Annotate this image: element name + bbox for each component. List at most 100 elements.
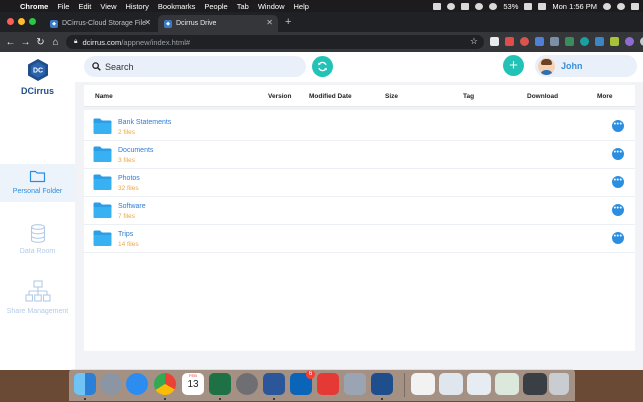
column-header-more[interactable]: More bbox=[597, 93, 613, 100]
siri-icon[interactable] bbox=[617, 2, 625, 10]
extension-icon[interactable] bbox=[505, 37, 514, 46]
menubar-clock[interactable]: Mon 1:56 PM bbox=[552, 2, 597, 11]
bookmarks-app-icon[interactable] bbox=[317, 373, 339, 395]
extension-icon[interactable] bbox=[535, 37, 544, 46]
extension-icon[interactable] bbox=[610, 37, 619, 46]
extension-icon[interactable] bbox=[565, 37, 574, 46]
excel-icon[interactable] bbox=[209, 373, 231, 395]
tab-close-icon[interactable]: ✕ bbox=[266, 18, 273, 27]
more-options-button[interactable]: ••• bbox=[612, 232, 624, 244]
browser-tab-storage[interactable]: ◆ DCirrus-Cloud Storage File ✕ bbox=[44, 15, 156, 32]
sidebar-item-personal-folder[interactable]: Personal Folder bbox=[0, 164, 75, 202]
menu-people[interactable]: People bbox=[204, 2, 227, 11]
reload-icon[interactable]: ↻ bbox=[33, 37, 48, 48]
extension-icon[interactable] bbox=[490, 37, 499, 46]
extension-icon[interactable] bbox=[520, 37, 529, 46]
finder-icon[interactable] bbox=[74, 373, 96, 395]
dcirrus-app-icon[interactable] bbox=[371, 373, 393, 395]
battery-icon[interactable] bbox=[524, 2, 533, 10]
folder-name[interactable]: Trips bbox=[118, 231, 133, 238]
column-header-modified-date[interactable]: Modified Date bbox=[309, 93, 352, 100]
recent-document-icon[interactable] bbox=[495, 373, 519, 395]
more-options-button[interactable]: ••• bbox=[612, 204, 624, 216]
back-arrow-icon[interactable]: ← bbox=[3, 37, 18, 48]
launchpad-icon[interactable] bbox=[100, 373, 122, 395]
menu-bookmarks[interactable]: Bookmarks bbox=[158, 2, 196, 11]
column-header-version[interactable]: Version bbox=[268, 93, 291, 100]
extension-icon[interactable] bbox=[595, 37, 604, 46]
chrome-icon[interactable] bbox=[154, 373, 176, 395]
search-box[interactable]: Search bbox=[84, 56, 306, 77]
extension-icon[interactable] bbox=[625, 37, 634, 46]
word-icon[interactable] bbox=[263, 373, 285, 395]
window-minimize-button[interactable] bbox=[18, 18, 25, 25]
recent-document-icon[interactable] bbox=[523, 373, 547, 395]
user-menu[interactable]: John bbox=[535, 55, 637, 77]
menu-edit[interactable]: Edit bbox=[78, 2, 91, 11]
column-header-download[interactable]: Download bbox=[527, 93, 558, 100]
dcirrus-logo-icon[interactable]: DC bbox=[27, 58, 49, 82]
table-row[interactable]: Trips 14 files ••• bbox=[84, 226, 635, 253]
add-button[interactable]: + bbox=[503, 55, 524, 76]
tab-title: DCirrus-Cloud Storage File bbox=[62, 20, 147, 27]
folder-name[interactable]: Bank Statements bbox=[118, 119, 171, 126]
record-status-icon[interactable] bbox=[447, 2, 456, 10]
system-preferences-icon[interactable] bbox=[236, 373, 258, 395]
new-tab-icon[interactable]: + bbox=[285, 16, 291, 28]
sidebar-item-share-management[interactable]: Share Management bbox=[0, 280, 75, 326]
folder-name[interactable]: Software bbox=[118, 203, 146, 210]
recent-document-icon[interactable] bbox=[467, 373, 491, 395]
trash-icon[interactable] bbox=[549, 373, 569, 395]
extension-icon[interactable] bbox=[550, 37, 559, 46]
wifi-icon[interactable] bbox=[475, 2, 484, 10]
column-header-tag[interactable]: Tag bbox=[463, 93, 474, 100]
running-indicator bbox=[381, 398, 383, 400]
table-row[interactable]: Bank Statements 2 files ••• bbox=[84, 114, 635, 141]
recent-document-icon[interactable] bbox=[411, 373, 435, 395]
forward-arrow-icon[interactable]: → bbox=[18, 37, 33, 48]
home-icon[interactable]: ⌂ bbox=[48, 37, 63, 48]
calendar-icon[interactable]: FEB 13 bbox=[182, 373, 204, 395]
airplay-icon[interactable] bbox=[461, 2, 470, 10]
more-options-button[interactable]: ••• bbox=[612, 176, 624, 188]
address-bar[interactable]: 🔒︎ dcirrus.com/appnew/index.html# ☆ bbox=[66, 35, 484, 49]
notification-center-icon[interactable] bbox=[631, 2, 639, 10]
menu-chrome[interactable]: Chrome bbox=[20, 2, 48, 11]
more-options-button[interactable]: ••• bbox=[612, 148, 624, 160]
extension-icon[interactable] bbox=[580, 37, 589, 46]
folder-name[interactable]: Documents bbox=[118, 147, 153, 154]
column-header-name[interactable]: Name bbox=[95, 93, 113, 100]
menu-window[interactable]: Window bbox=[258, 2, 285, 11]
extension-icons bbox=[490, 37, 643, 46]
more-options-button[interactable]: ••• bbox=[612, 120, 624, 132]
file-count: 32 files bbox=[118, 185, 139, 192]
search-placeholder: Search bbox=[105, 61, 134, 72]
volume-icon[interactable] bbox=[489, 2, 498, 10]
column-header-size[interactable]: Size bbox=[385, 93, 398, 100]
dcirrus-status-icon[interactable] bbox=[433, 2, 442, 10]
sidebar-item-data-room[interactable]: Data Room bbox=[0, 224, 75, 260]
preview-icon[interactable] bbox=[344, 373, 366, 395]
menu-help[interactable]: Help bbox=[294, 2, 309, 11]
folder-name[interactable]: Photos bbox=[118, 175, 140, 182]
window-zoom-button[interactable] bbox=[29, 18, 36, 25]
menu-view[interactable]: View bbox=[100, 2, 116, 11]
safari-icon[interactable] bbox=[126, 373, 148, 395]
input-source-icon[interactable] bbox=[538, 2, 547, 10]
battery-percent[interactable]: 53% bbox=[503, 2, 518, 11]
menu-file[interactable]: File bbox=[57, 2, 69, 11]
table-row[interactable]: Photos 32 files ••• bbox=[84, 170, 635, 197]
running-indicator bbox=[84, 398, 86, 400]
bookmark-star-icon[interactable]: ☆ bbox=[470, 36, 478, 47]
window-close-button[interactable] bbox=[7, 18, 14, 25]
refresh-button[interactable] bbox=[312, 56, 333, 77]
tab-close-icon[interactable]: ✕ bbox=[144, 18, 151, 27]
outlook-icon[interactable]: 6 bbox=[290, 370, 315, 395]
table-row[interactable]: Documents 3 files ••• bbox=[84, 142, 635, 169]
table-row[interactable]: Software 7 files ••• bbox=[84, 198, 635, 225]
spotlight-search-icon[interactable] bbox=[603, 2, 611, 10]
recent-document-icon[interactable] bbox=[439, 373, 463, 395]
menu-history[interactable]: History bbox=[126, 2, 149, 11]
browser-tab-drive[interactable]: ◆ Dcirrus Drive ✕ bbox=[158, 15, 278, 32]
menu-tab[interactable]: Tab bbox=[237, 2, 249, 11]
